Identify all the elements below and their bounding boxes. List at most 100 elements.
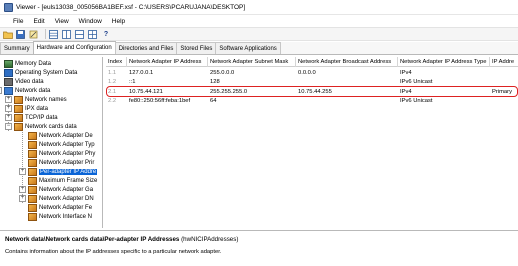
tree-item-network-interface-name[interactable]: Network Interface N bbox=[28, 212, 92, 221]
tree-item-label: Network Adapter DN bbox=[39, 195, 94, 202]
cube-icon bbox=[14, 95, 23, 104]
tab-stored-files[interactable]: Stored Files bbox=[176, 42, 217, 54]
tab-hardware-and-configuration[interactable]: Hardware and Configuration bbox=[32, 41, 116, 54]
tree-item-network-adapter-gateway[interactable]: + Network Adapter Ga bbox=[19, 185, 93, 194]
toolbar: ? bbox=[0, 27, 518, 41]
tree-item-label: Network names bbox=[25, 96, 67, 103]
menu-edit[interactable]: Edit bbox=[28, 18, 49, 25]
cube-icon bbox=[28, 167, 37, 176]
os-icon bbox=[4, 68, 13, 77]
cell-ip-address-type: IPv6 Unicast bbox=[400, 97, 433, 104]
navigation-tree[interactable]: Memory Data Operating System Data Video … bbox=[0, 57, 103, 228]
save-icon[interactable] bbox=[16, 29, 26, 39]
cube-icon bbox=[14, 104, 23, 113]
description-path-text: Network data\Network cards data\Per-adap… bbox=[5, 236, 180, 243]
tree-item-ipx-data[interactable]: + IPX data bbox=[5, 104, 48, 113]
cell-index: 1.2 bbox=[108, 78, 117, 85]
tree-item-network-adapter-dns[interactable]: + Network Adapter DN bbox=[19, 194, 94, 203]
cell-ip-address-type: IPv4 bbox=[400, 69, 412, 76]
description-class-name: (hwNICIPAddresses) bbox=[181, 236, 239, 243]
column-header-index[interactable]: Index bbox=[106, 57, 127, 67]
cube-icon bbox=[28, 203, 37, 212]
tree-item-network-adapter-type[interactable]: Network Adapter Typ bbox=[28, 140, 95, 149]
description-text: Contains information about the IP addres… bbox=[5, 249, 222, 255]
column-header-subnet-mask[interactable]: Network Adapter Subnet Mask bbox=[208, 57, 296, 67]
collapse-toggle[interactable]: − bbox=[5, 123, 12, 130]
tab-summary[interactable]: Summary bbox=[0, 42, 34, 54]
cube-icon bbox=[28, 140, 37, 149]
cube-icon bbox=[28, 149, 37, 158]
cube-icon bbox=[14, 113, 23, 122]
tree-item-maximum-frame-size[interactable]: Maximum Frame Size bbox=[28, 176, 97, 185]
tree-item-video-data[interactable]: Video data bbox=[4, 77, 44, 86]
tree-item-label: Network Adapter Phy bbox=[39, 150, 96, 157]
data-grid[interactable]: Index Network Adapter IP Address Network… bbox=[106, 57, 518, 228]
video-icon bbox=[4, 77, 13, 86]
network-icon bbox=[4, 86, 13, 95]
cell-broadcast-address bbox=[296, 77, 398, 86]
tree-item-network-data[interactable]: − Network data bbox=[0, 86, 50, 95]
grid-icon[interactable] bbox=[49, 29, 59, 39]
description-path: Network data\Network cards data\Per-adap… bbox=[5, 236, 513, 243]
tree-item-label: IPX data bbox=[25, 105, 49, 112]
table-row[interactable]: 2.2 fe80::250:56ff:feba:1bef 64 IPv6 Uni… bbox=[106, 96, 518, 105]
column-header-ip-address-type[interactable]: Network Adapter IP Address Type bbox=[398, 57, 490, 67]
expand-toggle[interactable]: + bbox=[5, 105, 12, 112]
tree-item-per-adapter-ip-addresses[interactable]: + Per-adapter IP Addre bbox=[19, 167, 98, 176]
tree-item-label: Network Adapter Typ bbox=[39, 141, 95, 148]
expand-toggle[interactable]: + bbox=[5, 114, 12, 121]
cell-ip-address: fe80::250:56ff:feba:1bef bbox=[129, 97, 191, 104]
description-panel: Network data\Network cards data\Per-adap… bbox=[0, 230, 518, 266]
expand-toggle[interactable]: + bbox=[5, 96, 12, 103]
cell-broadcast-address: 0.0.0.0 bbox=[298, 69, 316, 76]
cube-icon bbox=[28, 158, 37, 167]
table-row[interactable]: 1.1 127.0.0.1 255.0.0.0 0.0.0.0 IPv4 bbox=[106, 68, 518, 77]
tree-item-network-adapter-description[interactable]: Network Adapter De bbox=[28, 131, 93, 140]
title-bar: Viewer - [euls13038_005056BA1BEF.xsf - C… bbox=[0, 0, 518, 15]
tree-item-label: Operating System Data bbox=[15, 69, 78, 76]
app-icon bbox=[4, 2, 13, 12]
tree-item-label: TCP/IP data bbox=[25, 114, 58, 121]
tab-software-applications[interactable]: Software Applications bbox=[215, 42, 281, 54]
tree-item-label: Memory Data bbox=[15, 60, 52, 67]
edit-icon[interactable] bbox=[29, 29, 39, 39]
column-header-ip-address[interactable]: Network Adapter IP Address bbox=[127, 57, 208, 67]
tree-item-tcp-ip-data[interactable]: + TCP/IP data bbox=[5, 113, 58, 122]
help-icon[interactable]: ? bbox=[101, 29, 111, 39]
cell-extra bbox=[490, 68, 518, 77]
tile-icon[interactable] bbox=[88, 29, 98, 39]
split-view-icon[interactable] bbox=[62, 29, 72, 39]
tree-item-operating-system-data[interactable]: Operating System Data bbox=[4, 68, 77, 77]
menu-window[interactable]: Window bbox=[74, 18, 107, 25]
tab-strip: Summary Hardware and Configuration Direc… bbox=[0, 41, 518, 55]
table-row[interactable]: 1.2 ::1 128 IPv6 Unicast bbox=[106, 77, 518, 86]
expand-toggle[interactable]: + bbox=[19, 168, 26, 175]
tree-item-network-cards-data[interactable]: − Network cards data bbox=[5, 122, 77, 131]
cube-icon bbox=[28, 131, 37, 140]
tree-item-label: Network cards data bbox=[25, 123, 77, 130]
open-folder-icon[interactable] bbox=[3, 29, 13, 39]
window-title: Viewer - [euls13038_005056BA1BEF.xsf - C… bbox=[16, 3, 246, 11]
cube-icon bbox=[14, 122, 23, 131]
column-header-broadcast-address[interactable]: Network Adapter Broadcast Address bbox=[296, 57, 398, 67]
cell-index: 1.1 bbox=[108, 69, 117, 76]
tree-item-memory-data[interactable]: Memory Data bbox=[4, 59, 51, 68]
tree-item-label: Maximum Frame Size bbox=[39, 177, 98, 184]
tree-item-network-names[interactable]: + Network names bbox=[5, 95, 67, 104]
tab-directories-and-files[interactable]: Directories and Files bbox=[114, 42, 178, 54]
expand-toggle[interactable]: + bbox=[19, 186, 26, 193]
tree-item-label: Network Interface N bbox=[39, 213, 93, 220]
expand-toggle[interactable]: + bbox=[19, 195, 26, 202]
menu-help[interactable]: Help bbox=[107, 18, 130, 25]
menu-file[interactable]: File bbox=[0, 18, 28, 25]
tree-item-network-adapter-features[interactable]: Network Adapter Fe bbox=[28, 203, 92, 212]
list-icon[interactable] bbox=[75, 29, 85, 39]
tree-item-network-adapter-physical[interactable]: Network Adapter Phy bbox=[28, 149, 95, 158]
column-header-ip-address-extra[interactable]: IP Addre bbox=[490, 57, 518, 67]
menu-view[interactable]: View bbox=[50, 18, 74, 25]
tree-item-network-adapter-primary[interactable]: Network Adapter Prir bbox=[28, 158, 94, 167]
cell-extra bbox=[490, 77, 518, 86]
collapse-toggle[interactable]: − bbox=[0, 87, 2, 94]
tree-item-label: Network Adapter De bbox=[39, 132, 93, 139]
menu-bar: File Edit View Window Help bbox=[0, 15, 518, 27]
